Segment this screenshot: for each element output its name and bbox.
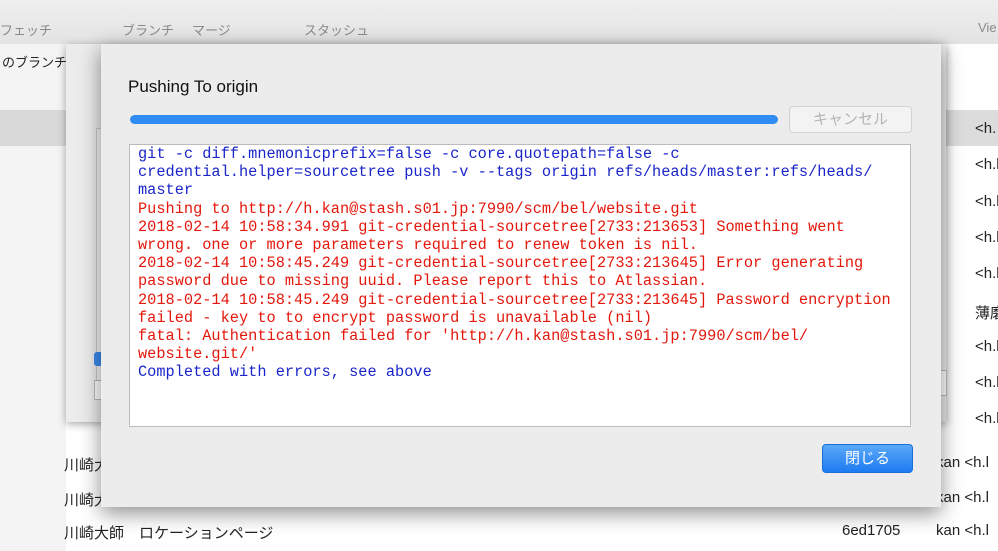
fetch-icon xyxy=(14,0,34,6)
commit-hash: 6ed1705 xyxy=(842,522,901,539)
author-cell: <h.l xyxy=(975,229,998,246)
author-cell: <h.l xyxy=(975,265,998,282)
author-cell: <h. xyxy=(975,120,997,137)
log-line: fatal: Authentication failed for 'http:/… xyxy=(138,327,809,346)
commit-author: kan <h.l xyxy=(936,454,989,471)
log-line: wrong. one or more parameters required t… xyxy=(138,236,698,255)
progress-bar xyxy=(130,115,778,124)
output-log[interactable]: git -c diff.mnemonicprefix=false -c core… xyxy=(129,144,911,427)
author-cell: <h.l xyxy=(975,374,998,391)
log-line: 2018-02-14 10:58:45.249 git-credential-s… xyxy=(138,290,891,309)
commit-author: kan <h.l xyxy=(936,489,989,506)
log-line: master xyxy=(138,181,194,200)
branch-icon xyxy=(142,0,162,6)
merge-icon xyxy=(200,0,220,6)
log-line: password due to missing uuid. Please rep… xyxy=(138,272,708,291)
branch-label: ブランチ xyxy=(122,23,175,38)
log-line: 2018-02-14 10:58:34.991 git-credential-s… xyxy=(138,217,845,236)
log-line: 2018-02-14 10:58:45.249 git-credential-s… xyxy=(138,254,864,273)
log-line: credential.helper=sourcetree push -v --t… xyxy=(138,163,873,182)
table-row[interactable]: 川崎大師 ロケーションページ 6ed1705 kan <h.l xyxy=(0,514,998,550)
selected-row-left xyxy=(0,110,66,146)
view-label: Vie xyxy=(978,20,997,35)
log-line: failed - key to to encrypt password is u… xyxy=(138,308,653,327)
branch-column-header: のブランチ xyxy=(2,55,68,70)
log-line: Completed with errors, see above xyxy=(138,363,432,382)
cancel-button[interactable]: キャンセル xyxy=(789,106,912,133)
log-line: git -c diff.mnemonicprefix=false -c core… xyxy=(138,145,680,163)
progress-bar-fill xyxy=(130,115,778,124)
author-cell: <h.l xyxy=(975,410,998,427)
stash-label: スタッシュ xyxy=(304,23,370,38)
toolbar: フェッチ ブランチ マージ スタッシュ Vie xyxy=(0,0,998,45)
commit-author: kan <h.l xyxy=(936,522,989,539)
pushing-dialog: Pushing To origin キャンセル git -c diff.mnem… xyxy=(101,44,941,507)
commit-subject: 川崎大師 ロケーションページ xyxy=(64,525,274,542)
author-cell: <h.l xyxy=(975,193,998,210)
log-line: website.git/' xyxy=(138,345,258,364)
author-cell: 薄磨 xyxy=(975,305,998,322)
close-button[interactable]: 閉じる xyxy=(822,444,913,473)
log-line: Pushing to http://h.kan@stash.s01.jp:799… xyxy=(138,199,698,218)
fetch-label: フェッチ xyxy=(0,23,53,38)
merge-label: マージ xyxy=(192,23,231,38)
author-cell: <h.l xyxy=(975,338,998,355)
author-cell: <h.l xyxy=(975,156,998,173)
dialog-title: Pushing To origin xyxy=(128,77,259,96)
